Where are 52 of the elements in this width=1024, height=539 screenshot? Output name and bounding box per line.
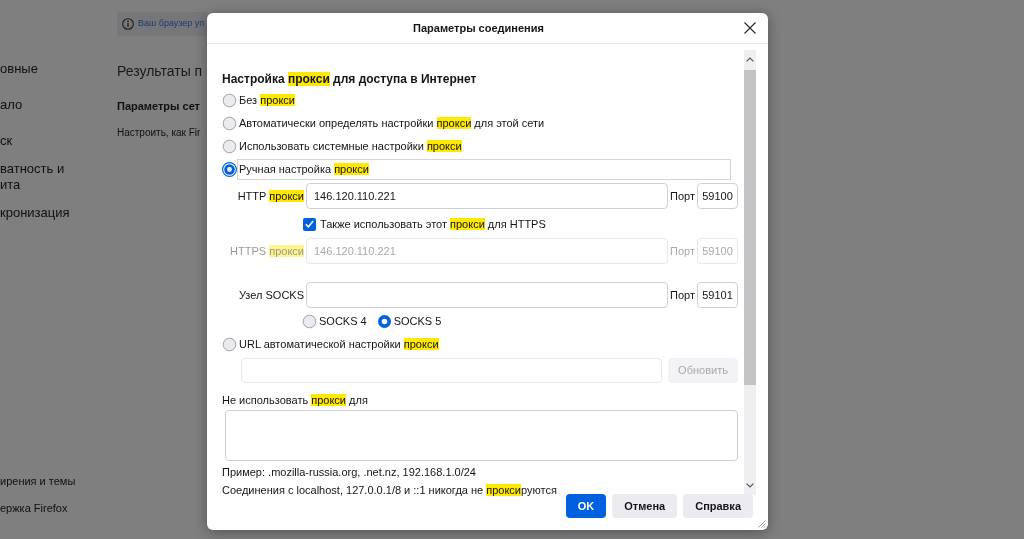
close-icon bbox=[744, 22, 756, 34]
caret-down-icon[interactable] bbox=[746, 483, 754, 488]
scrollbar-thumb[interactable] bbox=[744, 70, 756, 385]
ok-button[interactable]: OK bbox=[565, 494, 607, 518]
info-icon bbox=[122, 18, 134, 30]
sidebar-item[interactable]: ватность и ита bbox=[0, 159, 117, 195]
section-title: Параметры сет bbox=[117, 99, 200, 114]
field-label: Узел SOCKS bbox=[238, 287, 304, 303]
hint-text: Пример: .mozilla-russia.org, .net.nz, 192.168.1.0/24 bbox=[222, 464, 476, 480]
sidebar-item[interactable]: ало bbox=[0, 87, 117, 123]
check-icon bbox=[305, 220, 314, 228]
dialog-button[interactable]: Отмена bbox=[612, 494, 678, 518]
dialog-title: Параметры соединения bbox=[413, 21, 544, 34]
proxy-field[interactable] bbox=[306, 282, 668, 308]
radio-label[interactable]: Автоматически определять настройки прокси для этой сети bbox=[237, 113, 548, 134]
field-label: Не использовать прокси для bbox=[222, 392, 368, 408]
sidebar-item[interactable]: овные bbox=[0, 51, 117, 87]
field-label: HTTPS прокси bbox=[230, 243, 304, 259]
radio-button[interactable] bbox=[376, 313, 392, 329]
port-label: Порт bbox=[669, 287, 696, 303]
radio-label[interactable]: Ручная настройка прокси bbox=[237, 159, 731, 180]
port-field[interactable]: 59101 bbox=[697, 282, 738, 308]
dialog-button[interactable]: Справка bbox=[683, 494, 753, 518]
radio-button[interactable] bbox=[222, 337, 237, 352]
sidebar-item[interactable]: ирения и темы bbox=[0, 467, 117, 494]
sidebar-item[interactable]: ержка Firefox bbox=[0, 494, 117, 521]
sidebar-item[interactable]: кронизация bbox=[0, 195, 117, 231]
checkbox[interactable] bbox=[303, 217, 316, 231]
page-heading: Результаты п bbox=[117, 62, 203, 81]
scrollbar[interactable] bbox=[744, 50, 756, 495]
port-label: Порт bbox=[669, 243, 696, 259]
radio-button[interactable] bbox=[222, 116, 237, 131]
section-text: Настроить, как Fir bbox=[117, 126, 201, 140]
radio-label[interactable]: URL автоматической настройки прокси bbox=[237, 334, 442, 355]
radio-label[interactable]: SOCKS 5 bbox=[393, 312, 442, 330]
radio-label[interactable]: SOCKS 4 bbox=[319, 312, 367, 330]
proxy-field[interactable]: 146.120.110.221 bbox=[306, 183, 668, 209]
port-field[interactable]: 59100 bbox=[697, 183, 738, 209]
port-label: Порт bbox=[669, 188, 696, 204]
radio-button[interactable] bbox=[302, 313, 317, 329]
checkbox-label[interactable]: Также использовать этот прокси для HTTPS bbox=[320, 215, 546, 233]
field-label: HTTP прокси bbox=[237, 188, 304, 204]
radio-label[interactable]: Использовать системные настройки прокси bbox=[237, 136, 465, 157]
radio-button[interactable] bbox=[222, 139, 237, 154]
resize-grip-icon[interactable] bbox=[758, 520, 766, 528]
sidebar-item[interactable]: ск bbox=[0, 123, 117, 159]
radio-button[interactable] bbox=[222, 162, 237, 177]
exceptions-field[interactable] bbox=[225, 410, 738, 461]
section-heading: Настройка прокси для доступа в Интернет bbox=[222, 70, 477, 88]
caret-up-icon[interactable] bbox=[746, 57, 754, 62]
radio-button[interactable] bbox=[222, 93, 237, 108]
radio-label[interactable]: Без прокси bbox=[237, 90, 298, 111]
